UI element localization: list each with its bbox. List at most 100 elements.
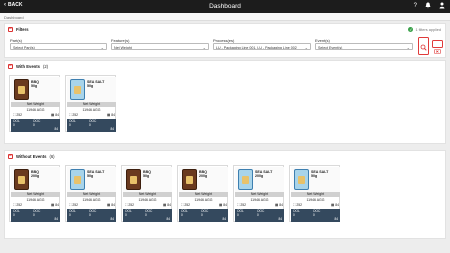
parts-select[interactable]: Select Part(s) ⌄	[10, 43, 107, 50]
chip-bag-icon	[126, 169, 141, 190]
product-weight: 50g	[143, 174, 150, 179]
product-weight: 50g	[87, 84, 94, 89]
chart-icon: ▦	[51, 113, 55, 117]
chip-bag-icon	[70, 79, 85, 100]
measure-name: Net Weight	[235, 192, 284, 197]
product-card[interactable]: SEA SALT 50g Net Weight 11946 AGG ⛶ 252 ▦ 84 O…	[65, 75, 116, 132]
product-label: SEA SALT 50g	[87, 170, 104, 178]
product-label: BBQ 50g	[31, 80, 39, 88]
measure-value: 11946 AGG	[194, 198, 213, 202]
chevron-down-icon: ⌄	[100, 44, 104, 50]
processes-value: LU - Packaging Line 001, LU - Packaging …	[216, 45, 297, 50]
stats-bar: OOL 0 OOC 0 84	[291, 209, 340, 222]
chart-icon: ▦	[219, 203, 223, 207]
left-count: 252	[16, 113, 22, 117]
ool-value: 0	[125, 212, 127, 217]
counts-row: ⛶ 252 ▦ 84	[69, 203, 115, 207]
product-card[interactable]: BBQ 200g Net Weight 11946 AGG ⛶ 252 ▦ 84 OOL 0 O…	[177, 165, 228, 222]
events-select[interactable]: Select Event(s) ⌄	[315, 43, 413, 50]
processes-select[interactable]: LU - Packaging Line 001, LU - Packaging …	[213, 43, 311, 50]
measure-value: 11946 AGG	[82, 108, 101, 112]
features-value: Net Weight	[114, 45, 132, 50]
right-count: 84	[55, 113, 59, 117]
left-count: 252	[16, 203, 22, 207]
stats-bar: OOL 0 OOC 0 84	[11, 209, 60, 222]
clear-icon	[434, 49, 441, 54]
ooc-value: 0	[145, 212, 147, 217]
chart-icon: ▦	[51, 203, 55, 207]
collapse-icon[interactable]: −	[8, 64, 13, 69]
measure-name: Net Weight	[67, 192, 116, 197]
clear-button[interactable]	[432, 40, 443, 54]
stats-bar: OOL 0 OOC 0 84	[11, 119, 60, 132]
applied-text: 1 filters applied	[415, 27, 441, 32]
total-value: 84	[110, 217, 114, 221]
collapse-icon[interactable]: −	[8, 27, 13, 32]
without-events-cards: BBQ 200g Net Weight 11946 AGG ⛶ 252 ▦ 84 OOL 0 O…	[9, 165, 340, 222]
right-count: 84	[111, 203, 115, 207]
product-image: SEA SALT 200g	[235, 167, 284, 192]
ool-value: 0	[69, 122, 71, 127]
left-count: 252	[184, 203, 190, 207]
product-card[interactable]: SEA SALT 50g Net Weight 11946 AGG ⛶ 252 ▦ 84 O…	[65, 165, 116, 222]
counts-row: ⛶ 252 ▦ 84	[237, 203, 283, 207]
ool-value: 0	[237, 212, 239, 217]
product-label: BBQ 50g	[143, 170, 151, 178]
collapse-icon[interactable]: −	[8, 154, 13, 159]
check-circle-icon: ✓	[408, 27, 414, 32]
chip-bag-icon	[70, 169, 85, 190]
right-count: 84	[55, 203, 59, 207]
left-count: 252	[128, 203, 134, 207]
stats-bar: OOL 0 OOC 0 84	[235, 209, 284, 222]
product-weight: 200g	[255, 174, 264, 179]
measure-value: 11946 AGG	[82, 198, 101, 202]
product-image: BBQ 200g	[179, 167, 228, 192]
product-card[interactable]: BBQ 50g Net Weight 11946 AGG ⛶ 252 ▦ 84 OOL 0 OO…	[121, 165, 172, 222]
product-card[interactable]: BBQ 200g Net Weight 11946 AGG ⛶ 252 ▦ 84 OOL 0 O…	[9, 165, 60, 222]
breadcrumb[interactable]: Dashboard	[0, 13, 450, 21]
ool-value: 0	[13, 212, 15, 217]
bell-icon[interactable]	[425, 2, 431, 13]
ool-value: 0	[181, 212, 183, 217]
total-value: 84	[54, 127, 58, 131]
chip-bag-icon	[182, 169, 197, 190]
counts-row: ⛶ 252 ▦ 84	[69, 113, 115, 117]
ooc-value: 0	[33, 122, 35, 127]
product-label: SEA SALT 200g	[255, 170, 272, 178]
right-count: 84	[279, 203, 283, 207]
chart-icon: ▦	[107, 113, 111, 117]
left-count: 252	[72, 203, 78, 207]
with-events-section: − With Events (2) BBQ 50g Net Weight 11946 …	[4, 60, 446, 144]
filters-applied-status: ✓ 1 filters applied	[408, 27, 441, 32]
filters-panel: − Filters ✓ 1 filters applied Part(s) Se…	[4, 23, 446, 58]
top-bar: ‹ BACK Dashboard ?	[0, 0, 450, 13]
ooc-value: 0	[89, 122, 91, 127]
chevron-down-icon: ⌄	[304, 44, 308, 50]
right-count: 84	[335, 203, 339, 207]
total-value: 84	[278, 217, 282, 221]
product-label: BBQ 200g	[31, 170, 39, 178]
right-count: 84	[167, 203, 171, 207]
measure-name: Net Weight	[291, 192, 340, 197]
measure-value: 11946 AGG	[26, 108, 45, 112]
user-icon[interactable]	[439, 2, 445, 13]
total-value: 84	[110, 127, 114, 131]
total-value: 84	[222, 217, 226, 221]
product-image: BBQ 50g	[11, 77, 60, 102]
ooc-value: 0	[201, 212, 203, 217]
product-card[interactable]: SEA SALT 200g Net Weight 11946 AGG ⛶ 252 ▦ 84…	[233, 165, 284, 222]
search-button[interactable]	[418, 37, 429, 55]
measure-name: Net Weight	[11, 102, 60, 107]
product-card[interactable]: BBQ 50g Net Weight 11946 AGG ⛶ 252 ▦ 84 OOL 0 OO…	[9, 75, 60, 132]
events-value: Select Event(s)	[318, 45, 343, 50]
product-card[interactable]: SEA SALT 50g Net Weight 11946 AGG ⛶ 252 ▦ 84 O…	[289, 165, 340, 222]
product-image: BBQ 50g	[123, 167, 172, 192]
features-select[interactable]: Net Weight ⌄	[111, 43, 209, 50]
product-weight: 200g	[199, 174, 208, 179]
help-icon[interactable]: ?	[414, 2, 417, 13]
product-label: SEA SALT 50g	[311, 170, 328, 178]
total-value: 84	[54, 217, 58, 221]
measure-name: Net Weight	[67, 102, 116, 107]
with-events-title: With Events	[16, 64, 40, 69]
chip-bag-icon	[238, 169, 253, 190]
